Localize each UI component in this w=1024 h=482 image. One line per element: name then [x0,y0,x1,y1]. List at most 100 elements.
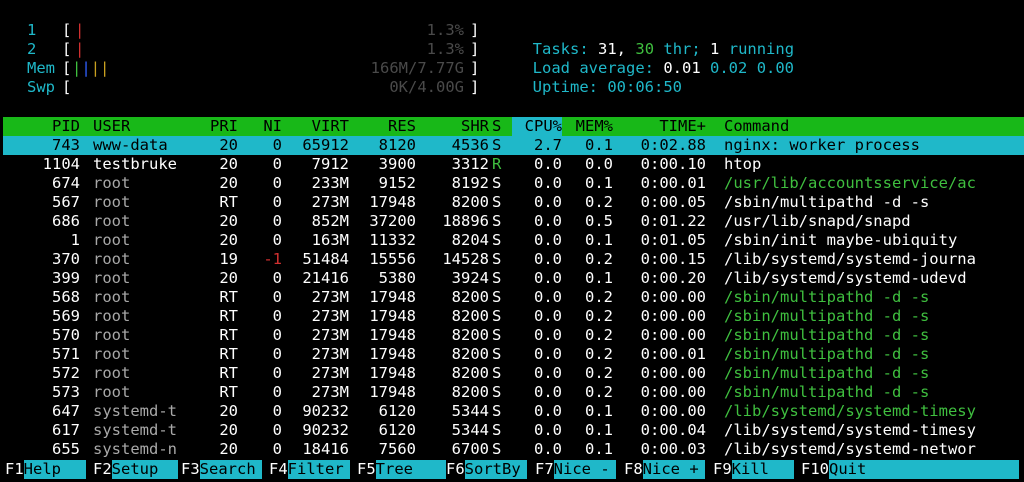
table-row[interactable]: 617 systemd-t 20 0 90232 6120 5344 S 0.0 0.1 0:00.… [3,421,1024,440]
state-cell: S [492,136,502,154]
fkey-kill-button[interactable]: F9Kill [713,460,794,479]
time-cell: 0:00.00 [640,364,706,382]
mem-cell: 0.0 [585,155,613,173]
fkey-search-button[interactable]: F3Search [181,460,262,479]
state-cell: S [492,440,502,458]
mem-cell: 0.5 [585,212,613,230]
cpu2-label: 2 [27,40,37,58]
process-row-selected[interactable]: 743 www-data 20 0 65912 8120 4536 S 2.7 0.1 0:02.8… [3,136,1024,155]
table-row[interactable]: 573 root RT 0 273M 17948 8200 S 0.0 0.2 0:00.00/sb… [3,383,1024,402]
state-cell: S [492,250,502,268]
user-cell: root [93,326,131,344]
virt-cell: 90232 [302,421,349,439]
virt-cell: 233M [311,174,349,192]
table-row[interactable]: 1 root 20 0 163M 11332 8204 S 0.0 0.1 0:01.05/sbin… [3,231,1024,250]
pid-cell: 572 [52,364,80,382]
column-user[interactable]: USER [93,117,193,136]
ni-cell: 0 [272,402,282,420]
load-5: 0.02 [710,59,748,77]
table-row[interactable]: 686 root 20 0 852M 37200 18896 S 0.0 0.5 0:01.22/u… [3,212,1024,231]
virt-cell: 273M [311,288,349,306]
column-state[interactable]: S [492,117,506,136]
fkey-label: Search [199,460,262,479]
column-shr[interactable]: SHR [417,117,489,136]
fkey-label: Nice + [642,460,705,479]
cpu-cell: 0.0 [534,345,562,363]
virt-cell: 163M [311,231,349,249]
cpu-cell: 0.0 [534,269,562,287]
command-cell: /sbin/multipathd -d -s [724,307,930,325]
shr-cell: 3924 [451,269,489,287]
column-res[interactable]: RES [350,117,416,136]
table-row[interactable]: 1104 testbruke 20 0 7912 3900 3312 R 0.0 0.0 0:00.… [3,155,1024,174]
time-cell: 0:00.00 [640,288,706,306]
column-cpu[interactable]: CPU% [512,117,562,136]
pid-cell: 567 [52,193,80,211]
res-cell: 17948 [369,193,416,211]
ni-cell: 0 [272,326,282,344]
pid-cell: 573 [52,383,80,401]
fkey-quit-button[interactable]: F10Quit [801,460,1019,479]
fkey-key: F10 [801,460,829,478]
time-cell: 0:00.04 [640,421,706,439]
uptime-label: Uptime: [532,78,598,96]
table-row[interactable]: 674 root 20 0 233M 9152 8192 S 0.0 0.1 0:00.01/usr… [3,174,1024,193]
time-cell: 0:00.03 [640,440,706,458]
ni-cell: 0 [272,421,282,439]
table-row[interactable]: 655 systemd-n 20 0 18416 7560 6700 S 0.0 0.1 0:00.… [3,440,1024,459]
meter-bracket: ] [470,40,480,58]
fkey-nice-button[interactable]: F8Nice + [624,460,705,479]
fkey-tree-button[interactable]: F5Tree [357,460,446,479]
cpu1-label: 1 [27,21,37,39]
ni-cell: 0 [272,155,282,173]
table-row[interactable]: 370 root 19 -1 51484 15556 14528 S 0.0 0.2 0:00.15… [3,250,1024,269]
pid-cell: 568 [52,288,80,306]
swp-meter: Swp [ 0K/4.00G ] [0,78,500,97]
ni-cell: 0 [272,212,282,230]
fkey-key: F5 [357,460,376,478]
table-row[interactable]: 568 root RT 0 273M 17948 8200 S 0.0 0.2 0:00.00/sb… [3,288,1024,307]
table-row[interactable]: 567 root RT 0 273M 17948 8200 S 0.0 0.2 0:00.05/sb… [3,193,1024,212]
res-cell: 9152 [378,174,416,192]
pri-cell: 20 [219,136,238,154]
fkey-filter-button[interactable]: F4Filter [269,460,350,479]
fkey-help-button[interactable]: F1Help [5,460,86,479]
mem-cell: 0.2 [585,307,613,325]
shr-cell: 5344 [451,421,489,439]
virt-cell: 273M [311,307,349,325]
fkey-label: Help [23,460,86,479]
pri-cell: 19 [219,250,238,268]
column-pri[interactable]: PRI [188,117,238,136]
fkey-sortby-button[interactable]: F6SortBy [446,460,527,479]
table-row[interactable]: 570 root RT 0 273M 17948 8200 S 0.0 0.2 0:00.00/sb… [3,326,1024,345]
table-row[interactable]: 647 systemd-t 20 0 90232 6120 5344 S 0.0 0.1 0:00.… [3,402,1024,421]
table-row[interactable]: 572 root RT 0 273M 17948 8200 S 0.0 0.2 0:00.00/sb… [3,364,1024,383]
column-command[interactable]: Command [724,117,1024,136]
column-virt[interactable]: VIRT [283,117,349,136]
table-row[interactable]: 399 root 20 0 21416 5380 3924 S 0.0 0.1 0:00.20/li… [3,269,1024,288]
fkey-key: F8 [624,460,643,478]
pri-cell: 20 [219,402,238,420]
column-time[interactable]: TIME+ [613,117,706,136]
mem-cell: 0.2 [585,288,613,306]
res-cell: 7560 [378,440,416,458]
shr-cell: 4536 [451,136,489,154]
uptime-value: 00:06:50 [607,78,682,96]
table-row[interactable]: 569 root RT 0 273M 17948 8200 S 0.0 0.2 0:00.00/sb… [3,307,1024,326]
pid-cell: 570 [52,326,80,344]
table-row[interactable]: 571 root RT 0 273M 17948 8200 S 0.0 0.2 0:00.01/sb… [3,345,1024,364]
cpu-cell: 0.0 [534,174,562,192]
user-cell: root [93,231,131,249]
swp-value: 0K/4.00G [389,78,464,96]
time-cell: 0:00.10 [640,155,706,173]
virt-cell: 90232 [302,402,349,420]
column-mem[interactable]: MEM% [563,117,613,136]
fkey-setup-button[interactable]: F2Setup [93,460,178,479]
fkey-key: F7 [535,460,554,478]
column-ni[interactable]: NI [238,117,282,136]
column-pid[interactable]: PID [3,117,80,136]
virt-cell: 21416 [302,269,349,287]
pid-cell: 569 [52,307,80,325]
cpu-cell: 0.0 [534,212,562,230]
fkey-nice-button[interactable]: F7Nice - [535,460,616,479]
